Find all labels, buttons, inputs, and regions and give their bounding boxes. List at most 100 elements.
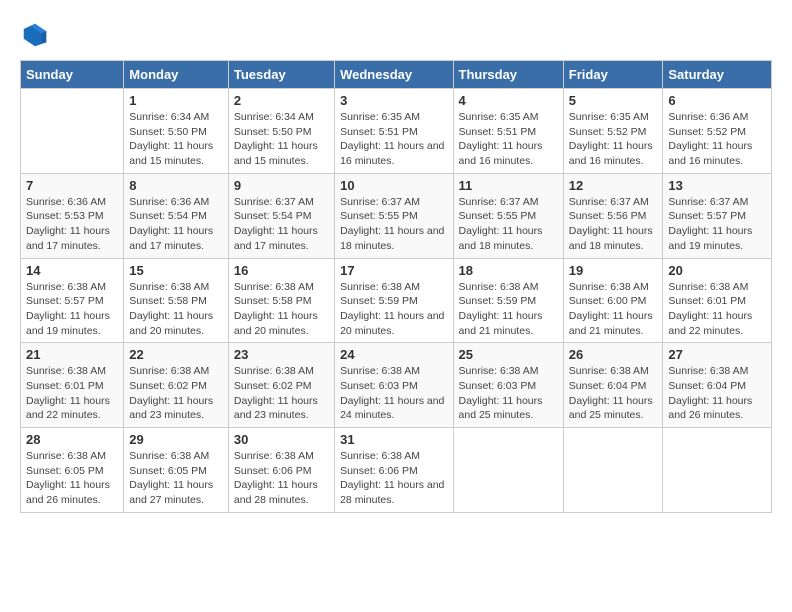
day-info: Sunrise: 6:38 AM Sunset: 5:57 PM Dayligh… bbox=[26, 280, 118, 339]
day-info: Sunrise: 6:38 AM Sunset: 6:04 PM Dayligh… bbox=[668, 364, 766, 423]
day-info: Sunrise: 6:35 AM Sunset: 5:51 PM Dayligh… bbox=[340, 110, 447, 169]
day-info: Sunrise: 6:38 AM Sunset: 6:05 PM Dayligh… bbox=[26, 449, 118, 508]
calendar-cell: 23Sunrise: 6:38 AM Sunset: 6:02 PM Dayli… bbox=[228, 343, 334, 428]
day-info: Sunrise: 6:38 AM Sunset: 6:03 PM Dayligh… bbox=[340, 364, 447, 423]
day-number: 21 bbox=[26, 347, 118, 362]
calendar-cell: 13 Sunrise: 6:37 AM Sunset: 5:57 PM Dayli… bbox=[663, 173, 772, 258]
day-number: 24 bbox=[340, 347, 447, 362]
logo-icon bbox=[20, 20, 50, 50]
day-info: Sunrise: 6:36 AM Sunset: 5:54 PM Dayligh… bbox=[129, 195, 223, 254]
day-number: 4 bbox=[459, 93, 558, 108]
day-info: Sunrise: 6:38 AM Sunset: 6:01 PM Dayligh… bbox=[26, 364, 118, 423]
day-number: 26 bbox=[569, 347, 658, 362]
day-number: 12 bbox=[569, 178, 658, 193]
day-info: Sunrise: 6:38 AM Sunset: 5:58 PM Dayligh… bbox=[129, 280, 223, 339]
calendar-cell: 4 Sunrise: 6:35 AM Sunset: 5:51 PM Daylig… bbox=[453, 89, 563, 174]
calendar-cell: 2 Sunrise: 6:34 AM Sunset: 5:50 PM Daylig… bbox=[228, 89, 334, 174]
day-info: Sunrise: 6:38 AM Sunset: 5:59 PM Dayligh… bbox=[340, 280, 447, 339]
day-info: Sunrise: 6:38 AM Sunset: 5:58 PM Dayligh… bbox=[234, 280, 329, 339]
column-header-sunday: Sunday bbox=[21, 61, 124, 89]
calendar-cell bbox=[563, 428, 663, 513]
day-info: Sunrise: 6:37 AM Sunset: 5:55 PM Dayligh… bbox=[340, 195, 447, 254]
day-info: Sunrise: 6:37 AM Sunset: 5:56 PM Dayligh… bbox=[569, 195, 658, 254]
calendar-week-2: 7Sunrise: 6:36 AM Sunset: 5:53 PM Daylig… bbox=[21, 173, 772, 258]
day-number: 9 bbox=[234, 178, 329, 193]
calendar-cell: 25Sunrise: 6:38 AM Sunset: 6:03 PM Dayli… bbox=[453, 343, 563, 428]
day-info: Sunrise: 6:35 AM Sunset: 5:51 PM Dayligh… bbox=[459, 110, 558, 169]
day-number: 28 bbox=[26, 432, 118, 447]
day-number: 7 bbox=[26, 178, 118, 193]
page-header bbox=[20, 20, 772, 50]
calendar-cell: 17 Sunrise: 6:38 AM Sunset: 5:59 PM Dayli… bbox=[335, 258, 453, 343]
day-number: 31 bbox=[340, 432, 447, 447]
calendar-cell: 28 Sunrise: 6:38 AM Sunset: 6:05 PM Dayli… bbox=[21, 428, 124, 513]
calendar-cell: 14 Sunrise: 6:38 AM Sunset: 5:57 PM Dayli… bbox=[21, 258, 124, 343]
calendar-week-3: 14 Sunrise: 6:38 AM Sunset: 5:57 PM Dayli… bbox=[21, 258, 772, 343]
day-info: Sunrise: 6:38 AM Sunset: 6:05 PM Dayligh… bbox=[129, 449, 223, 508]
column-header-tuesday: Tuesday bbox=[228, 61, 334, 89]
calendar-cell: 26 Sunrise: 6:38 AM Sunset: 6:04 PM Dayli… bbox=[563, 343, 663, 428]
day-number: 10 bbox=[340, 178, 447, 193]
column-header-wednesday: Wednesday bbox=[335, 61, 453, 89]
calendar-cell: 6 Sunrise: 6:36 AM Sunset: 5:52 PM Daylig… bbox=[663, 89, 772, 174]
day-info: Sunrise: 6:38 AM Sunset: 6:00 PM Dayligh… bbox=[569, 280, 658, 339]
calendar-header: SundayMondayTuesdayWednesdayThursdayFrid… bbox=[21, 61, 772, 89]
day-info: Sunrise: 6:38 AM Sunset: 5:59 PM Dayligh… bbox=[459, 280, 558, 339]
column-header-monday: Monday bbox=[124, 61, 229, 89]
day-info: Sunrise: 6:38 AM Sunset: 6:06 PM Dayligh… bbox=[340, 449, 447, 508]
day-info: Sunrise: 6:38 AM Sunset: 6:06 PM Dayligh… bbox=[234, 449, 329, 508]
calendar-cell bbox=[21, 89, 124, 174]
calendar-cell: 21 Sunrise: 6:38 AM Sunset: 6:01 PM Dayli… bbox=[21, 343, 124, 428]
day-number: 27 bbox=[668, 347, 766, 362]
day-number: 30 bbox=[234, 432, 329, 447]
day-number: 13 bbox=[668, 178, 766, 193]
calendar-cell: 29Sunrise: 6:38 AM Sunset: 6:05 PM Dayli… bbox=[124, 428, 229, 513]
calendar-cell: 11 Sunrise: 6:37 AM Sunset: 5:55 PM Dayli… bbox=[453, 173, 563, 258]
day-number: 1 bbox=[129, 93, 223, 108]
calendar-cell: 20Sunrise: 6:38 AM Sunset: 6:01 PM Dayli… bbox=[663, 258, 772, 343]
day-number: 25 bbox=[459, 347, 558, 362]
day-number: 14 bbox=[26, 263, 118, 278]
day-number: 17 bbox=[340, 263, 447, 278]
column-header-saturday: Saturday bbox=[663, 61, 772, 89]
calendar-week-1: 1 Sunrise: 6:34 AM Sunset: 5:50 PM Daylig… bbox=[21, 89, 772, 174]
day-number: 2 bbox=[234, 93, 329, 108]
column-header-thursday: Thursday bbox=[453, 61, 563, 89]
calendar-cell: 9 Sunrise: 6:37 AM Sunset: 5:54 PM Daylig… bbox=[228, 173, 334, 258]
day-info: Sunrise: 6:37 AM Sunset: 5:55 PM Dayligh… bbox=[459, 195, 558, 254]
calendar-cell: 31 Sunrise: 6:38 AM Sunset: 6:06 PM Dayli… bbox=[335, 428, 453, 513]
day-info: Sunrise: 6:34 AM Sunset: 5:50 PM Dayligh… bbox=[129, 110, 223, 169]
day-info: Sunrise: 6:37 AM Sunset: 5:54 PM Dayligh… bbox=[234, 195, 329, 254]
day-number: 15 bbox=[129, 263, 223, 278]
calendar-table: SundayMondayTuesdayWednesdayThursdayFrid… bbox=[20, 60, 772, 513]
calendar-cell: 27 Sunrise: 6:38 AM Sunset: 6:04 PM Dayli… bbox=[663, 343, 772, 428]
calendar-cell bbox=[453, 428, 563, 513]
calendar-cell: 7Sunrise: 6:36 AM Sunset: 5:53 PM Daylig… bbox=[21, 173, 124, 258]
calendar-week-5: 28 Sunrise: 6:38 AM Sunset: 6:05 PM Dayli… bbox=[21, 428, 772, 513]
calendar-cell: 5Sunrise: 6:35 AM Sunset: 5:52 PM Daylig… bbox=[563, 89, 663, 174]
day-number: 3 bbox=[340, 93, 447, 108]
calendar-cell: 22 Sunrise: 6:38 AM Sunset: 6:02 PM Dayli… bbox=[124, 343, 229, 428]
day-number: 6 bbox=[668, 93, 766, 108]
day-info: Sunrise: 6:37 AM Sunset: 5:57 PM Dayligh… bbox=[668, 195, 766, 254]
day-number: 22 bbox=[129, 347, 223, 362]
day-number: 18 bbox=[459, 263, 558, 278]
logo bbox=[20, 20, 54, 50]
calendar-cell: 3 Sunrise: 6:35 AM Sunset: 5:51 PM Daylig… bbox=[335, 89, 453, 174]
day-number: 5 bbox=[569, 93, 658, 108]
day-info: Sunrise: 6:36 AM Sunset: 5:52 PM Dayligh… bbox=[668, 110, 766, 169]
day-info: Sunrise: 6:34 AM Sunset: 5:50 PM Dayligh… bbox=[234, 110, 329, 169]
day-info: Sunrise: 6:38 AM Sunset: 6:01 PM Dayligh… bbox=[668, 280, 766, 339]
calendar-cell: 10 Sunrise: 6:37 AM Sunset: 5:55 PM Dayli… bbox=[335, 173, 453, 258]
day-number: 11 bbox=[459, 178, 558, 193]
calendar-cell bbox=[663, 428, 772, 513]
day-number: 16 bbox=[234, 263, 329, 278]
calendar-cell: 24 Sunrise: 6:38 AM Sunset: 6:03 PM Dayli… bbox=[335, 343, 453, 428]
day-info: Sunrise: 6:38 AM Sunset: 6:04 PM Dayligh… bbox=[569, 364, 658, 423]
calendar-cell: 12 Sunrise: 6:37 AM Sunset: 5:56 PM Dayli… bbox=[563, 173, 663, 258]
day-info: Sunrise: 6:38 AM Sunset: 6:02 PM Dayligh… bbox=[129, 364, 223, 423]
day-number: 8 bbox=[129, 178, 223, 193]
calendar-cell: 8 Sunrise: 6:36 AM Sunset: 5:54 PM Daylig… bbox=[124, 173, 229, 258]
day-number: 19 bbox=[569, 263, 658, 278]
calendar-week-4: 21 Sunrise: 6:38 AM Sunset: 6:01 PM Dayli… bbox=[21, 343, 772, 428]
